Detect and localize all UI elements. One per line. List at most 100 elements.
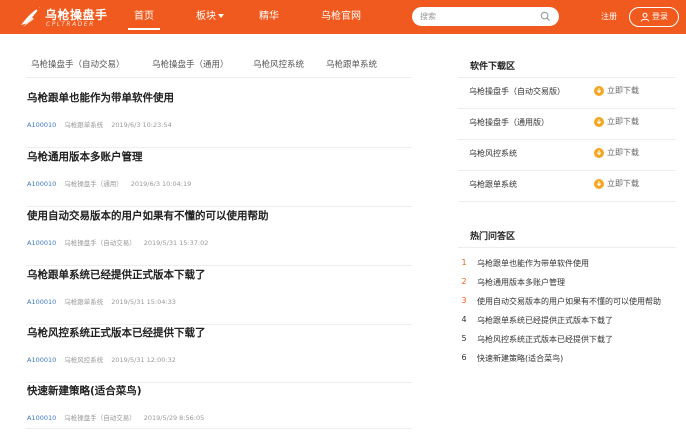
download-section-title: 软件下载区 <box>470 62 516 72</box>
article-item[interactable]: 快速新建策略(适合菜鸟) A100010 乌枪操盘手（自动交易） 2019/5/29… <box>26 383 412 429</box>
nav-official-site[interactable]: 乌枪官网 <box>321 0 361 34</box>
download-name: 乌枪风控系统 <box>469 149 517 158</box>
article-author[interactable]: A100010 <box>27 121 56 129</box>
hot-rank: 3 <box>461 296 467 305</box>
hot-rank: 2 <box>461 277 467 286</box>
hot-qa-item[interactable]: 2 乌枪通用版本多账户管理 <box>458 274 676 292</box>
article-author[interactable]: A100010 <box>27 356 56 364</box>
hot-qa-item[interactable]: 5 乌枪风控系统正式版本已经提供下载了 <box>458 331 676 349</box>
nav-home-label: 首页 <box>134 11 154 22</box>
nav-home[interactable]: 首页 <box>128 0 160 34</box>
hot-qa-link[interactable]: 乌枪跟单系统已经提供正式版本下载了 <box>477 315 675 326</box>
article-meta: A100010 乌枪风控系统 2019/5/31 12:00:32 <box>27 354 176 364</box>
article-meta: A100010 乌枪操盘手（自动交易） 2019/5/31 15:37:02 <box>27 237 208 247</box>
hot-qa-link[interactable]: 乌枪跟单也能作为带单软件使用 <box>477 258 675 269</box>
download-label: 立即下载 <box>607 179 639 188</box>
logo-subtext: CPLTRADER <box>46 21 95 28</box>
hot-qa-link[interactable]: 乌枪风控系统正式版本已经提供下载了 <box>477 334 675 345</box>
article-title[interactable]: 使用自动交易版本的用户如果有不懂的可以使用帮助 <box>27 208 269 223</box>
download-label: 立即下载 <box>607 148 639 157</box>
hot-qa-item[interactable]: 3 使用自动交易版本的用户如果有不懂的可以使用帮助 <box>458 293 676 311</box>
article-meta: A100010 乌枪操盘手（自动交易） 2019/5/29 8:56:05 <box>27 412 204 422</box>
hot-qa-link[interactable]: 乌枪通用版本多账户管理 <box>477 277 675 288</box>
nav-official-label: 乌枪官网 <box>321 11 361 22</box>
article-time: 2019/5/31 15:04:33 <box>111 298 176 306</box>
hot-qa-link[interactable]: 快速新建策略(适合菜鸟) <box>477 353 675 364</box>
login-button[interactable]: 登录 <box>629 7 679 27</box>
article-category[interactable]: 乌枪跟单系统 <box>64 298 103 306</box>
site-logo[interactable]: 乌枪操盘手 CPLTRADER <box>18 3 118 31</box>
download-button[interactable]: 立即下载 <box>594 178 639 189</box>
download-name: 乌枪操盘手（通用版） <box>469 118 549 127</box>
search-input[interactable] <box>420 9 538 24</box>
download-name: 乌枪操盘手（自动交易版） <box>469 87 565 96</box>
nav-boards-label: 板块 <box>196 11 216 22</box>
tab-auto-trading[interactable]: 乌枪操盘手（自动交易） <box>31 58 125 70</box>
hot-qa-section-title: 热门问答区 <box>470 232 516 242</box>
article-category[interactable]: 乌枪操盘手（自动交易） <box>64 239 136 247</box>
article-author[interactable]: A100010 <box>27 239 56 247</box>
article-meta: A100010 乌枪跟单系统 2019/6/3 10:23:54 <box>27 119 172 129</box>
tab-copy-trading[interactable]: 乌枪跟单系统 <box>326 58 377 70</box>
user-icon <box>640 12 650 22</box>
article-category[interactable]: 乌枪跟单系统 <box>64 121 103 129</box>
download-button[interactable]: 立即下载 <box>594 85 639 96</box>
article-category[interactable]: 乌枪操盘手（通用） <box>64 180 123 188</box>
logo-bird-icon <box>21 7 40 27</box>
article-meta: A100010 乌枪操盘手（通用） 2019/6/3 10:04:19 <box>27 178 191 188</box>
nav-boards[interactable]: 板块 <box>196 0 224 34</box>
search-box <box>412 7 559 26</box>
article-category[interactable]: 乌枪风控系统 <box>64 356 103 364</box>
divider <box>458 247 676 248</box>
hot-qa-item[interactable]: 4 乌枪跟单系统已经提供正式版本下载了 <box>458 312 676 330</box>
chevron-down-icon <box>218 14 224 18</box>
category-tabs: 乌枪操盘手（自动交易） 乌枪操盘手（通用） 乌枪风控系统 乌枪跟单系统 <box>26 58 412 78</box>
nav-featured-label: 精华 <box>259 11 279 22</box>
download-row: 乌枪操盘手（自动交易版） 立即下载 <box>458 78 676 109</box>
hot-rank: 5 <box>461 334 467 343</box>
article-author[interactable]: A100010 <box>27 414 56 422</box>
tab-risk-control[interactable]: 乌枪风控系统 <box>253 58 304 70</box>
article-item[interactable]: 乌枪跟单系统已经提供正式版本下载了 A100010 乌枪跟单系统 2019/5/31… <box>26 267 412 325</box>
hot-rank: 4 <box>461 315 467 324</box>
article-time: 2019/5/31 15:37:02 <box>143 239 209 247</box>
article-category[interactable]: 乌枪操盘手（自动交易） <box>64 414 136 422</box>
article-item[interactable]: 乌枪跟单也能作为带单软件使用 A100010 乌枪跟单系统 2019/6/3 10:… <box>26 90 412 148</box>
article-item[interactable]: 使用自动交易版本的用户如果有不懂的可以使用帮助 A100010 乌枪操盘手（自动交… <box>26 208 412 266</box>
article-time: 2019/6/3 10:23:54 <box>111 121 172 129</box>
hot-qa-item[interactable]: 1 乌枪跟单也能作为带单软件使用 <box>458 255 676 273</box>
article-time: 2019/5/31 12:00:32 <box>111 356 176 364</box>
download-label: 立即下载 <box>607 86 639 95</box>
article-title[interactable]: 乌枪通用版本多账户管理 <box>27 149 143 164</box>
article-title[interactable]: 乌枪跟单也能作为带单软件使用 <box>27 90 174 105</box>
hot-qa-link[interactable]: 使用自动交易版本的用户如果有不懂的可以使用帮助 <box>477 296 675 307</box>
article-title[interactable]: 快速新建策略(适合菜鸟) <box>27 383 142 398</box>
article-title[interactable]: 乌枪跟单系统已经提供正式版本下载了 <box>27 267 206 282</box>
download-button[interactable]: 立即下载 <box>594 147 639 158</box>
article-time: 2019/5/29 8:56:05 <box>143 414 205 422</box>
download-label: 立即下载 <box>607 117 639 126</box>
article-author[interactable]: A100010 <box>27 298 56 306</box>
article-item[interactable]: 乌枪通用版本多账户管理 A100010 乌枪操盘手（通用） 2019/6/3 10:… <box>26 149 412 207</box>
download-row: 乌枪风控系统 立即下载 <box>458 140 676 171</box>
nav-featured[interactable]: 精华 <box>259 0 279 34</box>
article-time: 2019/6/3 10:04:19 <box>130 180 192 188</box>
article-author[interactable]: A100010 <box>27 180 56 188</box>
tab-general[interactable]: 乌枪操盘手（通用） <box>152 58 229 70</box>
hot-rank: 6 <box>461 353 467 362</box>
search-icon[interactable] <box>540 11 551 22</box>
article-meta: A100010 乌枪跟单系统 2019/5/31 15:04:33 <box>27 296 176 306</box>
download-row: 乌枪跟单系统 立即下载 <box>458 171 676 202</box>
article-item[interactable]: 乌枪风控系统正式版本已经提供下载了 A100010 乌枪风控系统 2019/5/31… <box>26 325 412 383</box>
download-icon <box>594 179 604 189</box>
login-label: 登录 <box>652 12 668 21</box>
download-icon <box>594 117 604 127</box>
download-button[interactable]: 立即下载 <box>594 116 639 127</box>
article-title[interactable]: 乌枪风控系统正式版本已经提供下载了 <box>27 325 206 340</box>
register-link[interactable]: 注册 <box>601 0 617 34</box>
download-icon <box>594 86 604 96</box>
download-row: 乌枪操盘手（通用版） 立即下载 <box>458 109 676 140</box>
download-name: 乌枪跟单系统 <box>469 180 517 189</box>
hot-qa-item[interactable]: 6 快速新建策略(适合菜鸟) <box>458 350 676 368</box>
top-navbar: 乌枪操盘手 CPLTRADER 首页 板块 精华 乌枪官网 注册 登录 <box>0 0 686 34</box>
